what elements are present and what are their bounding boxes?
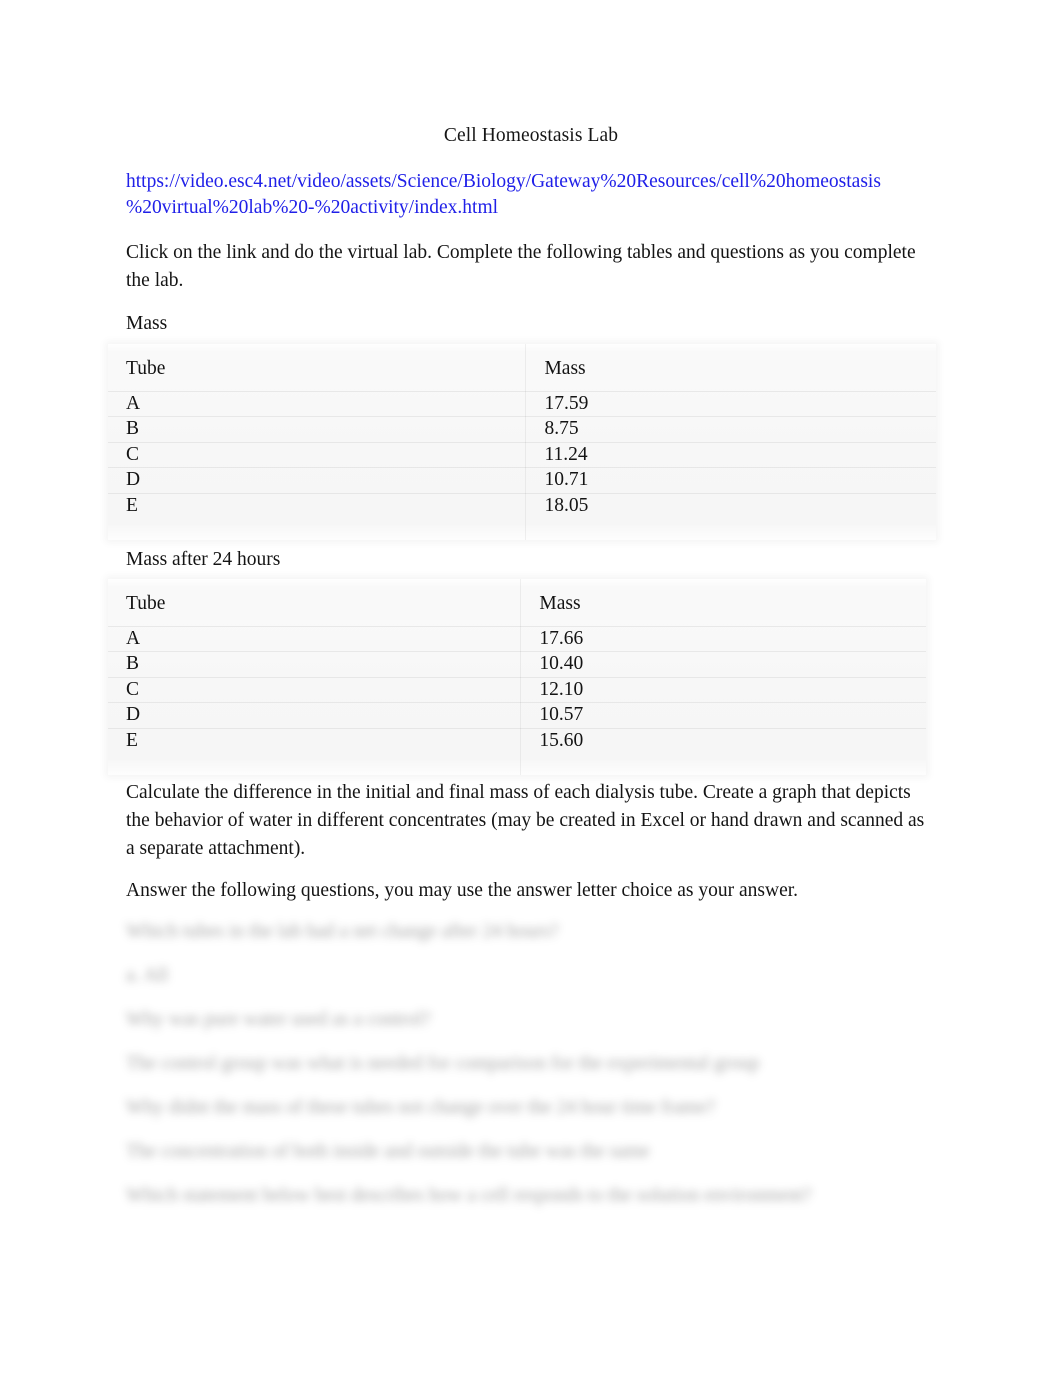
- table-header-row: Tube Mass: [108, 344, 936, 392]
- table-header-row: Tube Mass: [108, 579, 926, 627]
- redacted-question-line: Which tubes in the lab had a net change …: [126, 921, 559, 942]
- page-title: Cell Homeostasis Lab: [443, 125, 619, 146]
- cell-tube: D: [108, 467, 527, 494]
- lab-url-line-2[interactable]: %20virtual%20lab%20-%20activity/index.ht…: [126, 195, 886, 221]
- cell-mass: 17.59: [525, 391, 936, 418]
- redacted-questions-section: Which tubes in the lab had a net change …: [126, 920, 926, 1228]
- cell-mass: 12.10: [520, 677, 926, 704]
- redacted-answer-line: The concentration of both inside and out…: [126, 1141, 650, 1162]
- table-row: C 11.24: [108, 442, 936, 469]
- table-row: A 17.59: [108, 391, 936, 418]
- cell-tube: C: [108, 442, 527, 469]
- table-row: D 10.71: [108, 467, 936, 494]
- header-mass: Mass: [525, 344, 936, 392]
- header-tube: Tube: [108, 579, 522, 627]
- table-row: C 12.10: [108, 677, 926, 704]
- mass-table-caption: Mass: [126, 313, 168, 334]
- header-tube: Tube: [108, 344, 527, 392]
- cell-mass: 11.24: [525, 442, 936, 469]
- cell-tube: A: [108, 626, 522, 653]
- cell-mass: 10.57: [520, 702, 926, 729]
- redacted-question-line: Why was pure water used as a control?: [126, 1009, 431, 1030]
- redacted-question-line: Which statement below best describes how…: [126, 1185, 812, 1206]
- cell-tube: D: [108, 702, 522, 729]
- redacted-question-line: Why didnt the mass of these tubes not ch…: [126, 1097, 716, 1118]
- header-mass: Mass: [520, 579, 926, 627]
- cell-mass: 10.71: [525, 467, 936, 494]
- redacted-answer-line: a. All: [126, 965, 169, 986]
- table-row: B 8.75: [108, 416, 936, 443]
- lab-url-link[interactable]: https://video.esc4.net/video/assets/Scie…: [126, 169, 886, 221]
- redacted-answer-line: The control group was what is needed for…: [126, 1053, 760, 1074]
- lab-url-line-1[interactable]: https://video.esc4.net/video/assets/Scie…: [126, 169, 886, 195]
- calculate-paragraph: Calculate the difference in the initial …: [126, 782, 925, 859]
- cell-mass: 17.66: [520, 626, 926, 653]
- table-row: E 15.60: [108, 728, 926, 775]
- mass-table: Tube Mass A 17.59 B 8.75 C 11.24 D 10.71…: [108, 344, 936, 540]
- mass-24h-table-caption: Mass after 24 hours: [126, 549, 281, 570]
- table-row: A 17.66: [108, 626, 926, 653]
- cell-mass: 10.40: [520, 651, 926, 678]
- cell-tube: C: [108, 677, 522, 704]
- cell-tube: B: [108, 416, 527, 443]
- cell-mass: 18.05: [525, 493, 936, 540]
- document-page: Cell Homeostasis Lab https://video.esc4.…: [0, 0, 1062, 1377]
- table-row: D 10.57: [108, 702, 926, 729]
- table-row: B 10.40: [108, 651, 926, 678]
- cell-tube: A: [108, 391, 527, 418]
- mass-24h-table: Tube Mass A 17.66 B 10.40 C 12.10 D 10.5…: [108, 579, 926, 775]
- cell-tube: E: [108, 728, 522, 775]
- cell-tube: B: [108, 651, 522, 678]
- table-row: E 18.05: [108, 493, 936, 540]
- cell-mass: 8.75: [525, 416, 936, 443]
- cell-mass: 15.60: [520, 728, 926, 775]
- answer-instructions-paragraph: Answer the following questions, you may …: [126, 880, 799, 901]
- intro-paragraph: Click on the link and do the virtual lab…: [126, 242, 916, 291]
- cell-tube: E: [108, 493, 527, 540]
